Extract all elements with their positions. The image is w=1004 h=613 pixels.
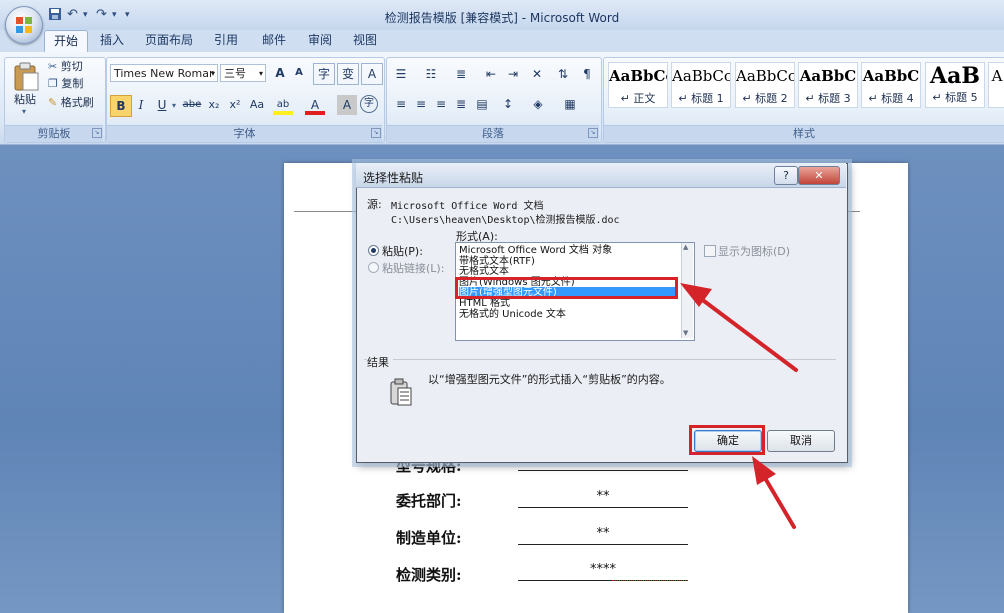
office-button[interactable] — [5, 6, 43, 44]
annotation-arrows — [680, 283, 798, 529]
office-logo-icon — [16, 17, 32, 33]
arrow-to-ok-icon — [752, 456, 796, 529]
arrow-to-format-icon — [680, 283, 798, 372]
